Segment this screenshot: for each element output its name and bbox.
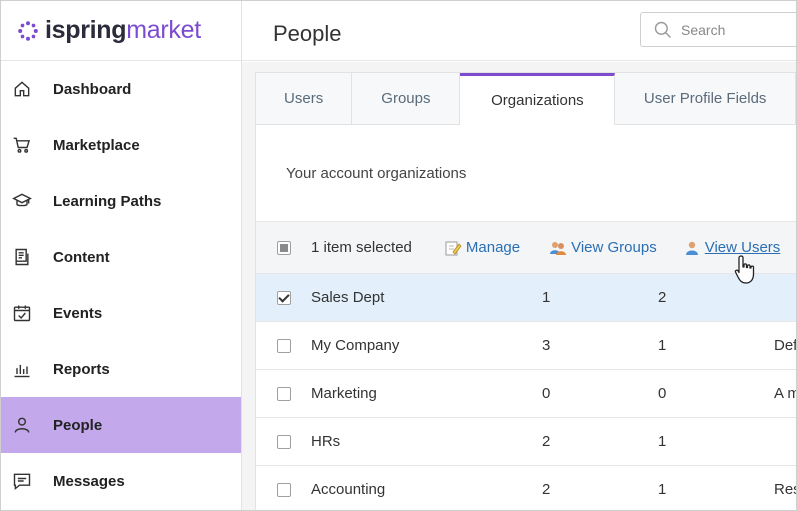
- org-users-count: 3: [542, 337, 551, 354]
- tab-users[interactable]: Users: [256, 73, 353, 124]
- main-content: Users Groups Organizations User Profile …: [242, 62, 796, 510]
- row-checkbox[interactable]: [277, 338, 291, 353]
- tab-organizations[interactable]: Organizations: [460, 73, 616, 125]
- document-icon: [11, 246, 33, 268]
- sidebar-item-label: Content: [53, 248, 110, 266]
- app-window: ispringmarket Dashboard Marketplace Lear…: [0, 0, 797, 511]
- org-groups-count: 1: [658, 481, 667, 498]
- sidebar-item-marketplace[interactable]: Marketplace: [1, 117, 241, 173]
- org-users-count: 2: [542, 433, 551, 450]
- page-description: Your account organizations: [256, 125, 796, 222]
- org-description: Def: [774, 337, 797, 354]
- organizations-panel: Users Groups Organizations User Profile …: [255, 72, 796, 510]
- sidebar-item-label: Marketplace: [53, 136, 140, 154]
- row-checkbox[interactable]: [277, 290, 291, 305]
- org-users-count: 2: [542, 481, 551, 498]
- org-groups-count: 1: [658, 433, 667, 450]
- row-checkbox[interactable]: [277, 482, 291, 497]
- top-header: People: [242, 1, 796, 61]
- sidebar-item-events[interactable]: Events: [1, 285, 241, 341]
- sidebar-item-label: Messages: [53, 472, 125, 490]
- sidebar-item-label: People: [53, 416, 103, 434]
- person-icon: [11, 414, 33, 436]
- table-row[interactable]: Sales Dept 1 2: [256, 274, 796, 322]
- sidebar-item-people[interactable]: People: [1, 397, 241, 453]
- org-groups-count: 1: [658, 337, 667, 354]
- select-all-checkbox[interactable]: [277, 240, 291, 255]
- org-name: HRs: [311, 433, 341, 450]
- sidebar-item-label: Learning Paths: [53, 192, 162, 210]
- tab-bar: Users Groups Organizations User Profile …: [256, 73, 796, 125]
- table-row[interactable]: Accounting 2 1 Res: [256, 466, 796, 510]
- org-groups-count: 0: [658, 385, 667, 402]
- org-name: Sales Dept: [311, 289, 385, 306]
- row-checkbox[interactable]: [277, 386, 291, 401]
- user-icon: [685, 241, 698, 255]
- org-description: Res: [774, 481, 796, 498]
- sidebar-item-dashboard[interactable]: Dashboard: [1, 61, 241, 117]
- table-row[interactable]: Marketing 0 0 A m: [256, 370, 796, 418]
- sidebar-item-reports[interactable]: Reports: [1, 341, 241, 397]
- page-title: People: [273, 21, 342, 46]
- cart-icon: [11, 134, 33, 156]
- pencil-note-icon: [445, 241, 462, 255]
- search-input[interactable]: [681, 21, 791, 38]
- org-name: Marketing: [311, 385, 377, 402]
- tab-groups[interactable]: Groups: [352, 73, 461, 124]
- organizations-table: Sales Dept 1 2 My Company 3 1 Def Market…: [256, 274, 796, 510]
- selection-toolbar: 1 item selected Manage View Groups View …: [256, 222, 796, 274]
- group-icon: [550, 241, 567, 255]
- search-icon: [654, 21, 672, 38]
- sidebar: ispringmarket Dashboard Marketplace Lear…: [1, 1, 242, 510]
- tab-user-profile-fields[interactable]: User Profile Fields: [615, 73, 796, 124]
- sidebar-item-label: Dashboard: [53, 80, 132, 98]
- graduation-cap-icon: [11, 190, 33, 212]
- table-row[interactable]: My Company 3 1 Def: [256, 322, 796, 370]
- calendar-check-icon: [11, 302, 33, 324]
- sidebar-item-label: Events: [53, 304, 103, 322]
- sidebar-item-content[interactable]: Content: [1, 229, 241, 285]
- org-name: My Company: [311, 337, 400, 354]
- message-icon: [11, 470, 33, 492]
- home-icon: [11, 78, 33, 100]
- sidebar-item-messages[interactable]: Messages: [1, 453, 241, 509]
- search-box[interactable]: [640, 12, 796, 47]
- org-name: Accounting: [311, 481, 386, 498]
- manage-button[interactable]: Manage: [444, 239, 520, 257]
- sidebar-item-label: Reports: [53, 360, 110, 378]
- logo[interactable]: ispringmarket: [1, 1, 241, 61]
- selection-count: 1 item selected: [311, 239, 412, 256]
- org-users-count: 0: [542, 385, 551, 402]
- row-checkbox[interactable]: [277, 434, 291, 449]
- org-groups-count: 2: [658, 289, 667, 306]
- view-users-button[interactable]: View Users: [683, 239, 780, 257]
- sidebar-nav: Dashboard Marketplace Learning Paths Con…: [1, 61, 241, 509]
- ispring-logo-icon: [18, 20, 38, 41]
- org-description: A m: [774, 385, 796, 402]
- view-groups-button[interactable]: View Groups: [549, 239, 657, 257]
- logo-text: ispringmarket: [45, 16, 201, 44]
- table-row[interactable]: HRs 2 1: [256, 418, 796, 466]
- org-users-count: 1: [542, 289, 551, 306]
- sidebar-item-learning-paths[interactable]: Learning Paths: [1, 173, 241, 229]
- bar-chart-icon: [11, 358, 33, 380]
